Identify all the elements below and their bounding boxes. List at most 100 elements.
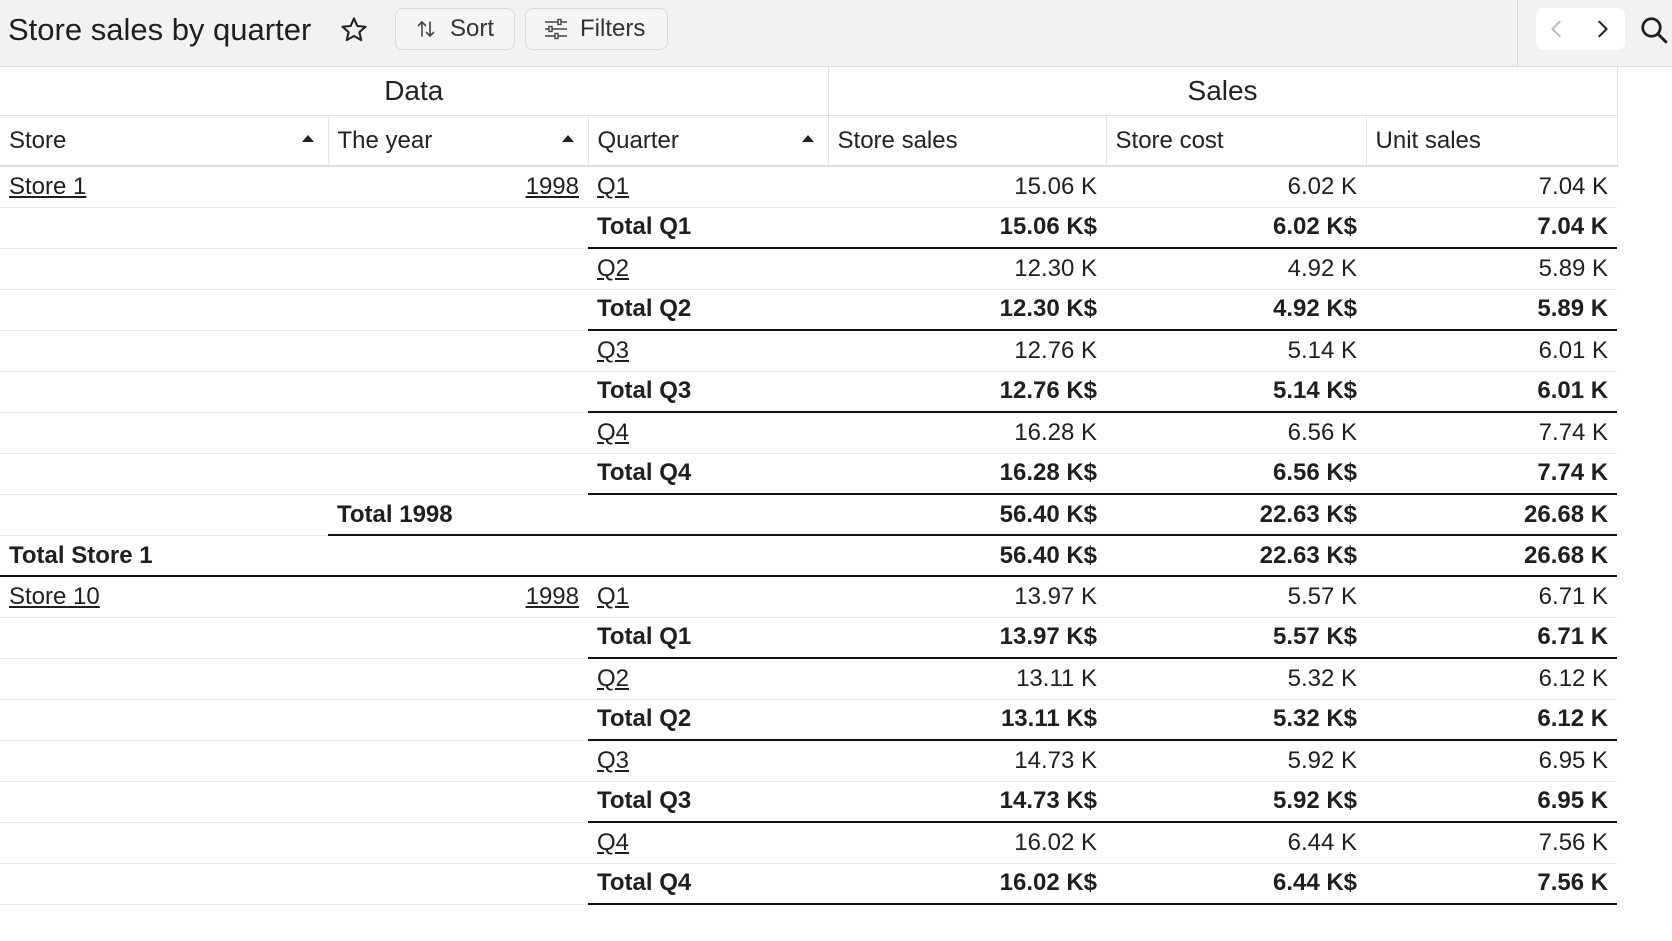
store-sales-cell: 16.02 K <box>828 822 1107 864</box>
store-sales-cell: 13.97 K$ <box>828 617 1107 659</box>
quarter-cell-link[interactable]: Q4 <box>597 829 629 856</box>
quarter-cell[interactable]: Q2 <box>588 248 829 290</box>
store-cost-cell: 6.02 K$ <box>1106 207 1367 249</box>
store-sales-cell: 56.40 K$ <box>828 535 1107 577</box>
quarter-total-label: Total Q4 <box>588 453 829 495</box>
store-cell <box>0 822 328 864</box>
table-row: Store 10 1998 Q1 13.97 K 5.57 K 6.71 K <box>0 576 1618 618</box>
quarter-total-label: Total Q3 <box>588 371 829 413</box>
quarter-cell[interactable]: Q4 <box>588 822 829 864</box>
quarter-cell[interactable]: Q3 <box>588 330 829 372</box>
search-icon[interactable] <box>1636 10 1672 50</box>
store-cell-link[interactable]: Store 1 <box>9 173 86 200</box>
year-cell <box>328 740 588 782</box>
quarter-cell-link[interactable]: Q4 <box>597 419 629 446</box>
unit-sales-cell: 7.74 K <box>1366 453 1618 495</box>
store-cost-cell: 5.92 K <box>1106 740 1367 782</box>
store-cell[interactable]: Store 10 <box>0 576 328 618</box>
quarter-cell-link[interactable]: Q3 <box>597 337 629 364</box>
store-cell <box>0 740 328 782</box>
year-cell <box>328 781 588 823</box>
quarter-cell-link[interactable]: Q3 <box>597 747 629 774</box>
quarter-total-label: Total Q1 <box>588 207 829 249</box>
year-cell <box>328 658 588 700</box>
column-header-label: Store cost <box>1115 126 1224 154</box>
quarter-total-label: Total Q2 <box>588 289 829 331</box>
unit-sales-cell: 7.56 K <box>1366 863 1618 905</box>
quarter-cell-link[interactable]: Q2 <box>597 255 629 282</box>
column-header-unit-sales[interactable]: Unit sales <box>1366 115 1618 167</box>
store-cost-cell: 4.92 K <box>1106 248 1367 290</box>
group-header-sales: Sales <box>828 67 1618 116</box>
column-header-year[interactable]: The year <box>328 115 589 167</box>
store-sales-cell: 15.06 K$ <box>828 207 1107 249</box>
store-cost-cell: 5.57 K$ <box>1106 617 1367 659</box>
store-sales-cell: 12.76 K <box>828 330 1107 372</box>
next-button[interactable] <box>1581 8 1623 50</box>
store-sales-cell: 12.30 K <box>828 248 1107 290</box>
year-cell <box>328 371 588 413</box>
year-cell <box>328 248 588 290</box>
store-sales-cell: 14.73 K <box>828 740 1107 782</box>
quarter-total-label: Total Q1 <box>588 617 829 659</box>
column-header-store-cost[interactable]: Store cost <box>1106 115 1367 167</box>
table-row: Total Q1 15.06 K$ 6.02 K$ 7.04 K <box>0 207 1618 249</box>
store-cost-cell: 4.92 K$ <box>1106 289 1367 331</box>
table-row: Total Q3 12.76 K$ 5.14 K$ 6.01 K <box>0 371 1618 413</box>
column-header-quarter[interactable]: Quarter <box>588 115 829 167</box>
sales-table: Data Sales Store The year Quarter Store … <box>0 67 1618 905</box>
quarter-cell[interactable]: Q2 <box>588 658 829 700</box>
quarter-cell-link[interactable]: Q1 <box>597 583 629 610</box>
column-header-store[interactable]: Store <box>0 115 329 167</box>
year-cell <box>328 822 588 864</box>
quarter-cell[interactable]: Q3 <box>588 740 829 782</box>
year-cell <box>328 617 588 659</box>
column-header-label: Unit sales <box>1375 126 1481 154</box>
year-cell-link[interactable]: 1998 <box>526 173 579 200</box>
year-cell[interactable]: 1998 <box>328 576 588 618</box>
sort-ascending-icon[interactable] <box>798 128 818 148</box>
store-cell <box>0 371 328 413</box>
table-row: Total Q4 16.02 K$ 6.44 K$ 7.56 K <box>0 863 1618 905</box>
quarter-cell[interactable]: Q1 <box>588 166 829 208</box>
column-header-store-sales[interactable]: Store sales <box>828 115 1107 167</box>
year-cell <box>328 289 588 331</box>
filters-button[interactable]: Filters <box>525 8 668 50</box>
table-row: Q3 12.76 K 5.14 K 6.01 K <box>0 330 1618 372</box>
table-body: Store 1 1998 Q1 15.06 K 6.02 K 7.04 K Total Q1… <box>0 166 1618 905</box>
pivot-table: Data Sales Store The year Quarter Store … <box>0 67 1672 941</box>
store-cell[interactable]: Store 1 <box>0 166 328 208</box>
table-row: Total Q2 13.11 K$ 5.32 K$ 6.12 K <box>0 699 1618 741</box>
unit-sales-cell: 7.04 K <box>1366 207 1618 249</box>
store-cell <box>0 289 328 331</box>
year-cell-link[interactable]: 1998 <box>526 583 579 610</box>
previous-button[interactable] <box>1536 8 1578 50</box>
store-sales-cell: 13.11 K$ <box>828 699 1107 741</box>
year-cell <box>328 207 588 249</box>
column-header-label: Store sales <box>837 126 958 154</box>
table-row: Total 1998 56.40 K$ 22.63 K$ 26.68 K <box>0 494 1618 536</box>
store-cost-cell: 5.32 K <box>1106 658 1367 700</box>
year-cell[interactable]: 1998 <box>328 166 588 208</box>
unit-sales-cell: 6.01 K <box>1366 371 1618 413</box>
quarter-cell[interactable]: Q4 <box>588 412 829 454</box>
store-cell-link[interactable]: Store 10 <box>9 583 100 610</box>
unit-sales-cell: 5.89 K <box>1366 289 1618 331</box>
store-cell <box>0 494 328 536</box>
sort-arrows-icon <box>412 15 440 43</box>
store-cost-cell: 5.32 K$ <box>1106 699 1367 741</box>
sliders-icon <box>542 15 570 43</box>
sort-ascending-icon[interactable] <box>298 128 318 148</box>
quarter-cell-link[interactable]: Q1 <box>597 173 629 200</box>
sort-button[interactable]: Sort <box>395 8 515 50</box>
quarter-total-label: Total Q3 <box>588 781 829 823</box>
quarter-cell[interactable]: Q1 <box>588 576 829 618</box>
store-sales-cell: 16.28 K <box>828 412 1107 454</box>
page-title: Store sales by quarter <box>8 12 312 47</box>
sort-ascending-icon[interactable] <box>558 128 578 148</box>
table-row: Total Q3 14.73 K$ 5.92 K$ 6.95 K <box>0 781 1618 823</box>
table-row: Q2 13.11 K 5.32 K 6.12 K <box>0 658 1618 700</box>
year-cell <box>328 412 588 454</box>
star-icon[interactable] <box>337 13 371 47</box>
quarter-cell-link[interactable]: Q2 <box>597 665 629 692</box>
